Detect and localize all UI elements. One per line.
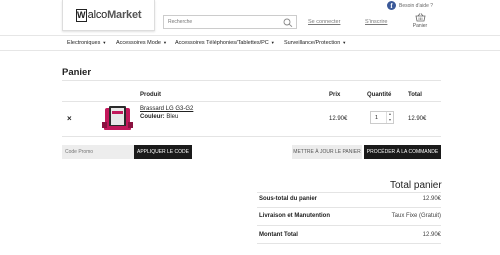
divider [257, 225, 441, 226]
shipping-value: Taux Fixe (Gratuit) [391, 213, 441, 219]
basket-button[interactable]: Panier [409, 13, 431, 29]
remove-item-button[interactable]: × [67, 114, 72, 123]
nav-item-electroniques[interactable]: Electroniques ▼ [67, 40, 106, 46]
nav-item-accessoires-mode[interactable]: Accessoires Mode ▼ [116, 40, 167, 46]
divider [257, 192, 441, 193]
totals-title: Total panier [390, 180, 442, 191]
col-header-total: Total [408, 92, 422, 98]
divider [257, 207, 441, 208]
basket-icon [415, 13, 425, 22]
chevron-down-icon: ▼ [342, 40, 347, 45]
help-text[interactable]: Besoin d'aide ? [399, 3, 433, 9]
col-header-quantity: Quantité [367, 92, 392, 98]
col-header-price: Prix [329, 92, 341, 98]
quantity-stepper[interactable]: 1 ▲ ▼ [370, 111, 394, 124]
logo-letter: W [75, 8, 87, 22]
subtotal-label: Sous-total du panier [259, 196, 318, 202]
nav-label: Accessoires Téléphonies/Tablettes/PC [175, 40, 269, 46]
basket-label: Panier [412, 23, 428, 29]
nav-label: Surveillance/Protection [284, 40, 341, 46]
search-input[interactable] [164, 16, 279, 28]
register-link[interactable]: S'inscrire [365, 19, 387, 25]
search-icon[interactable] [283, 18, 293, 27]
grand-total-value: 12.90€ [422, 232, 441, 238]
help-link[interactable]: f Besoin d'aide ? [387, 1, 433, 10]
logo-market: Market [107, 9, 142, 21]
divider [62, 136, 441, 137]
shipping-label: Livraison et Manutention [259, 213, 331, 219]
coupon-field-wrap [62, 145, 134, 159]
col-header-product: Produit [140, 92, 161, 98]
grand-total-label: Montant Total [259, 232, 298, 238]
subtotal-value: 12.90€ [422, 196, 441, 202]
item-total: 12.90€ [408, 116, 427, 122]
product-color: Couleur: Bleu [140, 114, 178, 120]
checkout-button[interactable]: Procéder à la commande [364, 145, 441, 159]
coupon-input[interactable] [62, 145, 132, 159]
quantity-spin-buttons[interactable]: ▲ ▼ [386, 112, 393, 123]
facebook-icon[interactable]: f [387, 1, 396, 10]
logo-alco: alco [87, 9, 108, 21]
color-label: Couleur: [140, 114, 165, 120]
chevron-down-icon: ▼ [102, 40, 107, 45]
nav-label: Accessoires Mode [116, 40, 161, 46]
chevron-down-icon[interactable]: ▼ [387, 118, 393, 124]
nav-label: Electroniques [67, 40, 101, 46]
divider [62, 101, 441, 102]
product-name-link[interactable]: Brassard LG G3-G2 [140, 106, 193, 112]
product-thumbnail[interactable] [102, 105, 133, 132]
page-title: Panier [62, 67, 92, 78]
chevron-down-icon: ▼ [162, 40, 167, 45]
item-price: 12.90€ [329, 116, 348, 122]
divider [62, 80, 441, 81]
search-box [163, 15, 297, 29]
divider [257, 243, 441, 244]
apply-coupon-button[interactable]: Appliquer le code [134, 145, 192, 159]
update-cart-button[interactable]: Mettre à jour le panier [292, 145, 362, 159]
login-link[interactable]: Se connecter [308, 19, 340, 25]
nav-item-accessoires-telephonies[interactable]: Accessoires Téléphonies/Tablettes/PC ▼ [175, 40, 275, 46]
quantity-value[interactable]: 1 [375, 115, 378, 121]
chevron-down-icon: ▼ [270, 40, 275, 45]
color-value: Bleu [166, 114, 179, 120]
main-nav: Electroniques ▼ Accessoires Mode ▼ Accesso… [0, 35, 500, 51]
nav-item-surveillance[interactable]: Surveillance/Protection ▼ [284, 40, 346, 46]
site-logo[interactable]: W alco Market [62, 0, 155, 31]
